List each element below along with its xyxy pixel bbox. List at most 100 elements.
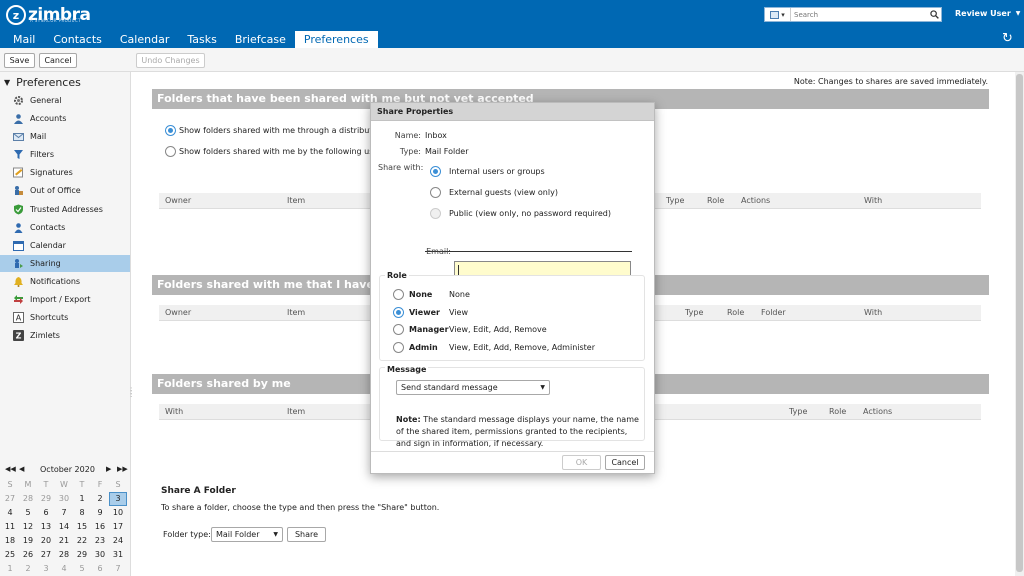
sidebar-item-out-of-office[interactable]: Out of Office [0,182,130,199]
role-viewer-option[interactable]: Viewer View [393,307,468,318]
save-button[interactable]: Save [4,53,35,68]
calendar-day[interactable]: 3 [37,562,55,576]
column-header-type[interactable]: Type [666,196,684,205]
calendar-day[interactable]: 23 [91,534,109,548]
share-button[interactable]: Share [287,527,326,542]
role-admin-option[interactable]: Admin View, Edit, Add, Remove, Administe… [393,342,595,353]
collapse-triangle-icon[interactable]: ▼ [4,78,10,87]
radio-button[interactable] [393,342,404,353]
search-button[interactable] [927,8,941,21]
calendar-day[interactable]: 27 [37,548,55,562]
calendar-day[interactable]: 30 [55,492,73,506]
radio-button[interactable] [393,307,404,318]
sidebar-item-notifications[interactable]: Notifications [0,273,130,290]
radio-button[interactable] [165,146,176,157]
next-month-icon[interactable]: ▶ [106,465,111,473]
column-header-type[interactable]: Type [789,407,807,416]
calendar-day[interactable]: 8 [73,506,91,520]
column-header-item[interactable]: Item [287,196,305,205]
calendar-day[interactable]: 24 [109,534,127,548]
sidebar-item-general[interactable]: General [0,92,130,109]
mini-calendar-month[interactable]: October 2020 [40,465,95,474]
sidebar-item-import-export[interactable]: Import / Export [0,291,130,308]
column-header-actions[interactable]: Actions [863,407,892,416]
sidebar-item-accounts[interactable]: Accounts [0,110,130,127]
calendar-day[interactable]: 26 [19,548,37,562]
calendar-day[interactable]: 30 [91,548,109,562]
calendar-day[interactable]: 12 [19,520,37,534]
calendar-day[interactable]: 27 [1,492,19,506]
calendar-day[interactable]: 4 [55,562,73,576]
calendar-day[interactable]: 3 [109,492,127,506]
calendar-day[interactable]: 5 [19,506,37,520]
radio-button[interactable] [430,208,441,219]
refresh-icon[interactable]: ↻ [1002,31,1013,46]
calendar-day[interactable]: 6 [37,506,55,520]
sidebar-item-shortcuts[interactable]: A Shortcuts [0,309,130,326]
calendar-day[interactable]: 6 [91,562,109,576]
cancel-button[interactable]: Cancel [39,53,77,68]
tab-preferences[interactable]: Preferences [294,31,378,48]
sidebar-item-trusted-addresses[interactable]: Trusted Addresses [0,201,130,218]
preferences-tree-header[interactable]: ▼ Preferences [4,76,81,89]
column-header-owner[interactable]: Owner [165,308,191,317]
radio-button[interactable] [430,187,441,198]
previous-month-icon[interactable]: ◀ [19,465,24,473]
calendar-day[interactable]: 28 [19,492,37,506]
calendar-day[interactable]: 20 [37,534,55,548]
calendar-day[interactable]: 16 [91,520,109,534]
column-header-role[interactable]: Role [707,196,724,205]
calendar-day[interactable]: 31 [109,548,127,562]
column-header-with[interactable]: With [165,407,183,416]
share-with-public-option[interactable]: Public (view only, no password required) [430,208,611,219]
user-menu[interactable]: Review User ▼ [955,9,1020,18]
search-type-dropdown[interactable]: ▾ [765,8,791,21]
scrollbar-thumb[interactable] [1016,74,1023,572]
undo-changes-button[interactable]: Undo Changes [136,53,205,68]
share-with-external-option[interactable]: External guests (view only) [430,187,558,198]
tab-calendar[interactable]: Calendar [111,31,178,48]
radio-button[interactable] [165,125,176,136]
calendar-day[interactable]: 29 [73,548,91,562]
radio-button[interactable] [430,166,441,177]
show-by-user-option[interactable]: Show folders shared with me by the follo… [165,146,384,157]
calendar-day[interactable]: 17 [109,520,127,534]
main-scrollbar[interactable] [1015,72,1024,576]
calendar-day[interactable]: 11 [1,520,19,534]
calendar-day[interactable]: 18 [1,534,19,548]
calendar-day[interactable]: 9 [91,506,109,520]
tab-tasks[interactable]: Tasks [178,31,225,48]
tab-briefcase[interactable]: Briefcase [226,31,295,48]
ok-button[interactable]: OK [562,455,601,470]
message-type-select[interactable]: Send standard message ▼ [396,380,550,395]
radio-button[interactable] [393,289,404,300]
dialog-cancel-button[interactable]: Cancel [605,455,645,470]
column-header-actions[interactable]: Actions [741,196,770,205]
calendar-day[interactable]: 2 [91,492,109,506]
column-header-owner[interactable]: Owner [165,196,191,205]
calendar-day[interactable]: 5 [73,562,91,576]
column-header-with[interactable]: With [864,308,882,317]
tab-contacts[interactable]: Contacts [44,31,111,48]
search-input[interactable] [791,8,927,21]
sidebar-item-calendar[interactable]: Calendar [0,237,130,254]
sidebar-item-filters[interactable]: Filters [0,146,130,163]
calendar-day[interactable]: 21 [55,534,73,548]
tab-mail[interactable]: Mail [4,31,44,48]
calendar-day[interactable]: 15 [73,520,91,534]
sidebar-item-sharing[interactable]: Sharing [0,255,130,272]
dialog-title[interactable]: Share Properties [371,103,654,121]
calendar-day[interactable]: 14 [55,520,73,534]
role-none-option[interactable]: None None [393,289,470,300]
sidebar-item-signatures[interactable]: Signatures [0,164,130,181]
calendar-day[interactable]: 22 [73,534,91,548]
calendar-day[interactable]: 29 [37,492,55,506]
calendar-day[interactable]: 7 [109,562,127,576]
folder-type-select[interactable]: Mail Folder ▼ [211,527,283,542]
previous-year-icon[interactable]: ◀◀ [5,465,16,473]
radio-button[interactable] [393,324,404,335]
sidebar-item-contacts[interactable]: Contacts [0,219,130,236]
calendar-day[interactable]: 4 [1,506,19,520]
calendar-day[interactable]: 7 [55,506,73,520]
share-with-internal-option[interactable]: Internal users or groups [430,166,545,177]
